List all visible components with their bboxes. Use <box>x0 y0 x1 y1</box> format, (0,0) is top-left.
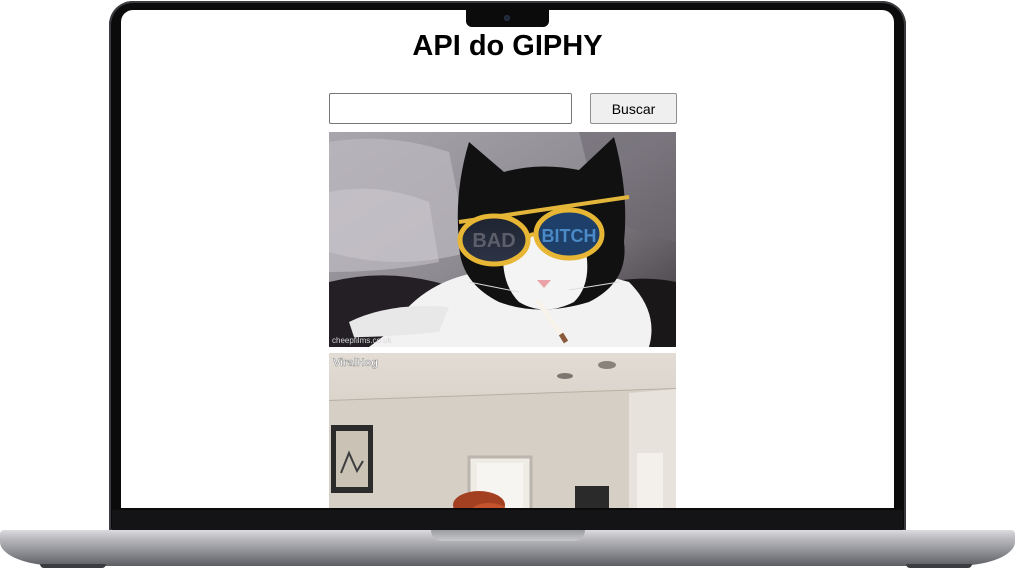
gif-result-1[interactable]: BAD BITCH cheepfilms.co.uk <box>329 132 676 347</box>
laptop-chin <box>112 510 903 530</box>
laptop-foot-left <box>40 564 106 568</box>
camera-notch <box>466 10 549 27</box>
webcam-icon <box>504 15 510 21</box>
laptop-foot-right <box>906 564 972 568</box>
browser-screen: API do GIPHY Buscar BAD BITCH cheepfilms… <box>121 10 894 508</box>
search-button[interactable]: Buscar <box>590 93 677 124</box>
laptop-mockup: API do GIPHY Buscar BAD BITCH cheepfilms… <box>0 0 1015 572</box>
gif-result-2[interactable]: ViralHog <box>329 353 676 508</box>
search-input[interactable] <box>329 93 572 124</box>
lens-text-right: BITCH <box>542 226 597 246</box>
page-title: API do GIPHY <box>412 30 603 62</box>
cat-sunglasses-image: BAD BITCH cheepfilms.co.uk <box>329 132 676 347</box>
laptop-base <box>0 530 1015 566</box>
gif-watermark: ViralHog <box>333 357 378 369</box>
lens-text-left: BAD <box>472 230 515 252</box>
room-image: ViralHog <box>329 353 676 508</box>
gif-watermark: cheepfilms.co.uk <box>332 336 393 345</box>
laptop-opening-lip <box>431 530 585 541</box>
